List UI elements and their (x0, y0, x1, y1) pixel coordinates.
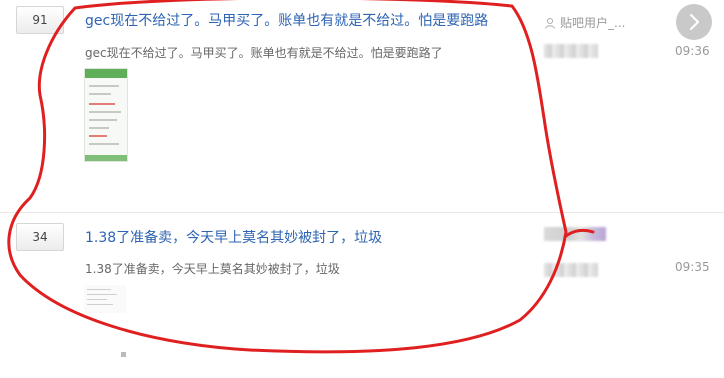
chevron-right-icon (689, 13, 700, 31)
last-reply-user-blurred (544, 263, 598, 277)
author-name: 贴吧用户_... (560, 16, 626, 30)
thread-title-link[interactable]: 1.38了准备卖，今天早上莫名其妙被封了，垃圾 (85, 227, 382, 247)
person-icon (545, 18, 555, 29)
thread-abstract: 1.38了准备卖，今天早上莫名其妙被封了，垃圾 (85, 262, 340, 276)
last-reply-time: 09:35 (675, 260, 710, 274)
thread-thumbnail[interactable] (84, 68, 128, 162)
thread-row: 91 gec现在不给过了。马甲买了。账单也有就是不给过。怕是要跑路 gec现在不… (0, 0, 724, 212)
thread-thumbnail[interactable] (84, 285, 126, 313)
author-link-blurred[interactable] (544, 227, 606, 241)
author-link[interactable]: 贴吧用户_... (544, 14, 625, 31)
thread-row: 34 1.38了准备卖，今天早上莫名其妙被封了，垃圾 1.38了准备卖，今天早上… (0, 212, 724, 378)
thread-title-link[interactable]: gec现在不给过了。马甲买了。账单也有就是不给过。怕是要跑路 (85, 10, 488, 30)
thumbnail-fragment (121, 352, 126, 357)
reply-count-badge: 91 (16, 6, 64, 34)
next-button[interactable] (676, 4, 712, 40)
last-reply-time: 09:36 (675, 44, 710, 58)
thread-abstract: gec现在不给过了。马甲买了。账单也有就是不给过。怕是要跑路了 (85, 46, 443, 60)
last-reply-user-blurred (544, 44, 598, 58)
reply-count-badge: 34 (16, 223, 64, 251)
